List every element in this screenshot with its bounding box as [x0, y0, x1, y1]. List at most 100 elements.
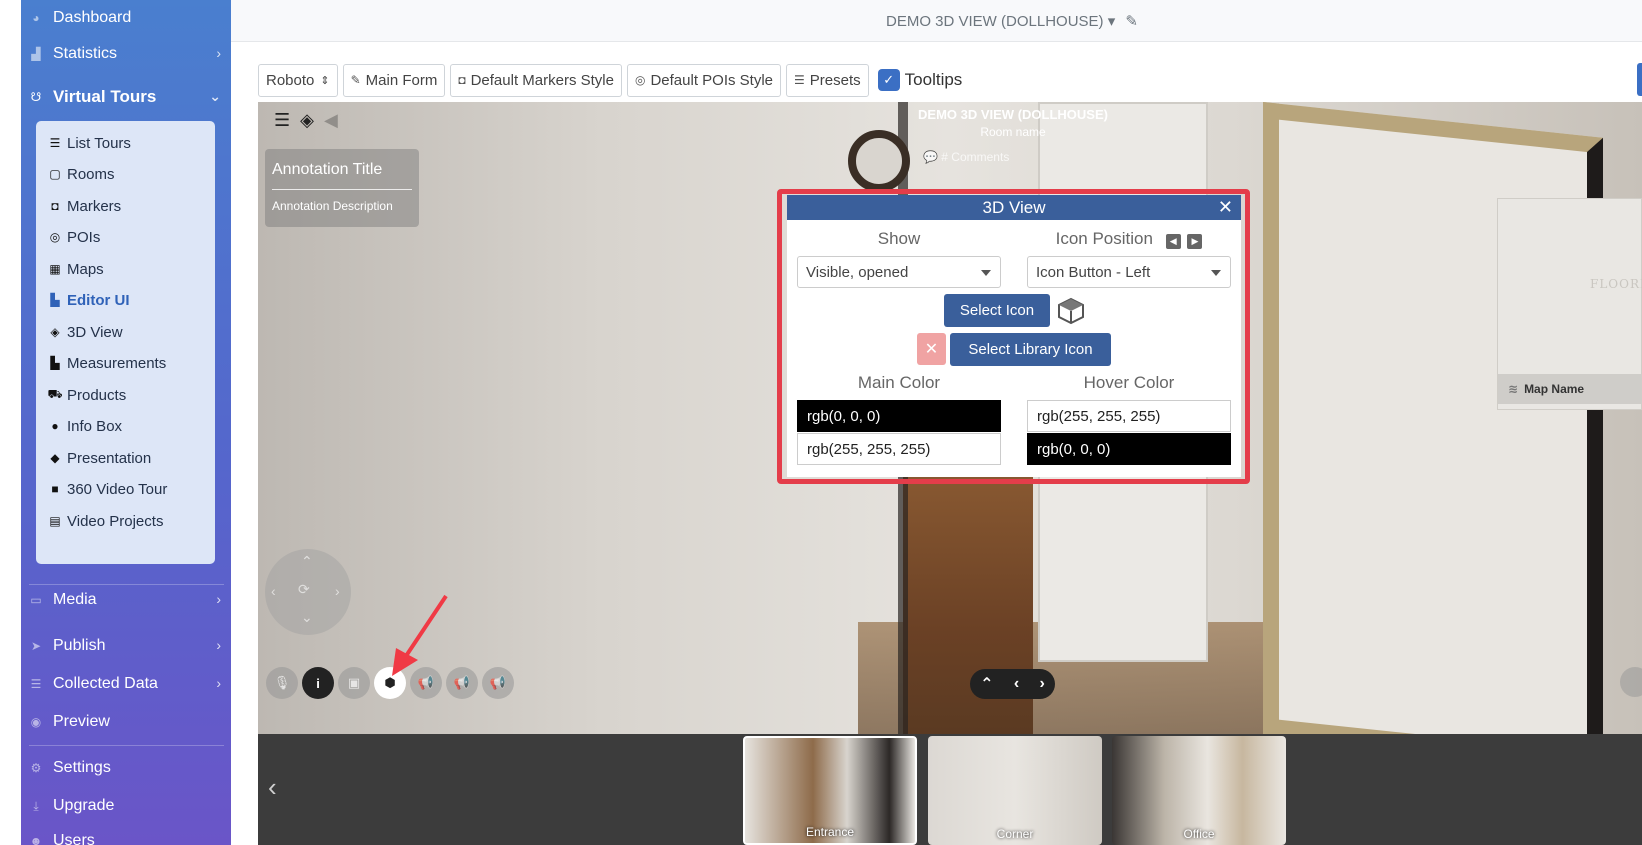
joystick-down-icon[interactable]: ⌄ — [301, 609, 313, 626]
nav-dashboard[interactable]: ◕ Dashboard — [21, 0, 231, 36]
select-icon-label: Select Icon — [959, 302, 1035, 319]
info-icon[interactable]: i — [302, 667, 334, 699]
sub-presentation[interactable]: ◆ Presentation — [47, 443, 151, 473]
megaphone-icon[interactable]: 📢 — [482, 667, 514, 699]
hover-color-secondary-field[interactable]: rgb(0, 0, 0) — [1027, 433, 1231, 465]
gallery-icon[interactable]: ▣ — [338, 667, 370, 699]
thumbnail-entrance[interactable]: Entrance — [743, 736, 917, 845]
video-icon: ■ — [51, 482, 59, 496]
sub-measurements-label: Measurements — [67, 354, 167, 372]
hover-color-label: Hover Color — [1083, 373, 1175, 392]
3d-view-settings-popup: 3D View ✕ Show Icon Position ◀ ▶ Visible… — [787, 195, 1241, 477]
caret-down-icon — [1211, 270, 1221, 276]
sub-products[interactable]: ⛟ Products — [47, 380, 126, 410]
joystick-rotate-icon[interactable]: ⟳ — [298, 581, 310, 598]
map-name: Map Name — [1524, 382, 1585, 396]
main-color-secondary-field[interactable]: rgb(255, 255, 255) — [797, 433, 1001, 465]
sub-video-projects[interactable]: ▤ Video Projects — [47, 506, 163, 536]
nav-collected-data[interactable]: ☰ Collected Data › — [21, 666, 231, 702]
nav-upgrade[interactable]: ⤓ Upgrade — [21, 788, 231, 824]
thumbnail-label: Entrance — [805, 825, 855, 839]
eye-icon: ◉ — [30, 715, 42, 729]
nav-upgrade-label: Upgrade — [53, 797, 115, 814]
sub-pois[interactable]: ◎ POIs — [47, 222, 101, 252]
sub-360-video-tour[interactable]: ■ 360 Video Tour — [47, 474, 167, 504]
chevron-right-icon[interactable]: › — [1040, 675, 1045, 693]
presets-button[interactable]: ☰ Presets — [786, 63, 869, 97]
nav-statistics[interactable]: ▟ Statistics › — [21, 36, 231, 72]
cogs-icon: ⚙ — [30, 761, 42, 775]
tooltips-checkbox[interactable]: ✓ — [877, 69, 900, 91]
joystick-right-icon[interactable]: › — [335, 583, 340, 599]
nav-preview[interactable]: ◉ Preview — [21, 704, 231, 740]
show-select[interactable]: Visible, opened — [797, 256, 1001, 288]
annotation-box: Annotation Title Annotation Description — [265, 149, 419, 227]
caret-right-square-icon[interactable]: ▶ — [1187, 234, 1203, 249]
joystick-up-icon[interactable]: ⌃ — [301, 553, 313, 570]
main-form-button[interactable]: ✎ Main Form — [342, 63, 446, 97]
rotate-icon[interactable] — [1620, 667, 1642, 697]
nav-settings-label: Settings — [53, 759, 111, 776]
microphone-icon[interactable]: 🎙 — [266, 667, 298, 699]
show-select-value: Visible, opened — [806, 263, 909, 281]
tour-selector[interactable]: DEMO 3D VIEW (DOLLHOUSE) ▾ ✎ — [886, 12, 1138, 30]
nav-virtual-tours[interactable]: ☋ Virtual Tours ⌄ — [21, 79, 231, 115]
sub-3d-view[interactable]: ◈ 3D View — [47, 317, 123, 347]
sub-editor-ui[interactable]: ▙ Editor UI — [47, 285, 129, 315]
comments-label: # Comments — [941, 150, 1010, 164]
info-icon: ● — [51, 419, 59, 433]
nav-dashboard-label: Dashboard — [53, 9, 132, 26]
joystick-left-icon[interactable]: ‹ — [271, 583, 276, 599]
toolbar-right-button[interactable] — [1637, 63, 1642, 96]
hover-color-field[interactable]: rgb(255, 255, 255) — [1027, 400, 1231, 432]
thumbnail-label: Corner — [996, 827, 1034, 841]
default-markers-style-button[interactable]: ◘ Default Markers Style — [450, 63, 622, 97]
main-form-label: Main Form — [365, 71, 438, 89]
sub-info-box[interactable]: ● Info Box — [47, 411, 122, 441]
form-edit-icon: ✎ — [350, 73, 361, 87]
select-icon-button[interactable]: Select Icon — [944, 294, 1050, 327]
font-select[interactable]: Roboto ⇕ — [258, 63, 338, 97]
sub-maps[interactable]: ▦ Maps — [47, 254, 103, 284]
layers-icon[interactable]: ◈ — [300, 110, 314, 131]
nav-users[interactable]: ☻ Users — [21, 823, 231, 845]
layers-icon: ≋ — [1508, 382, 1519, 396]
edit-icon[interactable]: ✎ — [1125, 13, 1138, 30]
font-select-value: Roboto — [266, 71, 315, 89]
nav-virtual-tours-label: Virtual Tours — [53, 87, 157, 106]
thumbnail-office[interactable]: Office — [1112, 736, 1286, 845]
main-color-field[interactable]: rgb(0, 0, 0) — [797, 400, 1001, 432]
sub-markers-label: Markers — [67, 197, 122, 215]
icon-position-label-group: Icon Position ◀ ▶ — [1027, 229, 1231, 249]
remove-icon-button[interactable]: ✕ — [917, 333, 946, 365]
sub-list-tours[interactable]: ☰ List Tours — [47, 128, 131, 158]
chevron-right-icon: › — [216, 675, 221, 691]
navigation-joystick[interactable]: ⌃ ‹ ⟳ › ⌄ — [265, 549, 351, 635]
map-panel[interactable]: FLOORP ≋ Map Name — [1497, 198, 1642, 410]
sub-rooms[interactable]: ▢ Rooms — [47, 159, 114, 189]
sub-video-projects-label: Video Projects — [67, 512, 164, 530]
sub-3d-view-label: 3D View — [67, 323, 123, 341]
chevron-left-icon[interactable]: ‹ — [1014, 675, 1019, 693]
main-color-label: Main Color — [857, 373, 941, 392]
thumbnail-corner[interactable]: Corner — [928, 736, 1102, 845]
nav-media[interactable]: ▭ Media › — [21, 582, 231, 618]
close-icon[interactable]: ✕ — [1218, 195, 1233, 220]
caret-left-square-icon[interactable]: ◀ — [1165, 234, 1181, 249]
nav-publish-label: Publish — [53, 637, 106, 654]
map-name-bar: ≋ Map Name — [1498, 374, 1642, 404]
nav-publish[interactable]: ➤ Publish › — [21, 628, 231, 664]
menu-icon[interactable]: ☰ — [274, 110, 290, 131]
select-library-icon-button[interactable]: Select Library Icon — [950, 333, 1111, 366]
sub-markers[interactable]: ◘ Markers — [47, 191, 121, 221]
comments-link[interactable]: 💬 # Comments — [923, 150, 1009, 164]
default-pois-style-button[interactable]: ◎ Default POIs Style — [626, 63, 782, 97]
chevron-up-icon[interactable]: ⌃ — [980, 674, 993, 694]
map-floor-label: FLOORP — [1590, 277, 1642, 291]
nav-settings[interactable]: ⚙ Settings — [21, 750, 231, 786]
desktop-icon: ▭ — [30, 593, 42, 607]
chevron-left-icon[interactable]: ‹ — [268, 772, 277, 803]
sub-measurements[interactable]: ▙ Measurements — [47, 348, 166, 378]
volume-icon[interactable]: ◀ — [324, 110, 338, 131]
icon-position-select[interactable]: Icon Button - Left — [1027, 256, 1231, 288]
